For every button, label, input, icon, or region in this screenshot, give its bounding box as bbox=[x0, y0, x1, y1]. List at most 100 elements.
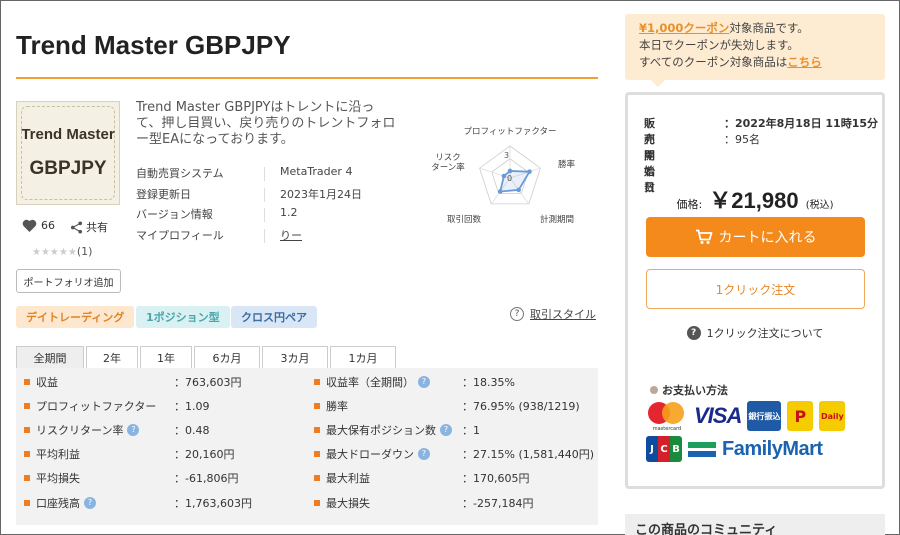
bullet-icon bbox=[24, 475, 30, 481]
share-button[interactable]: 共有 bbox=[70, 219, 108, 235]
trading-style-link[interactable]: ? 取引スタイル bbox=[510, 306, 596, 322]
radar-point bbox=[507, 168, 513, 174]
bullet-icon bbox=[314, 379, 320, 385]
tab-1y[interactable]: 1年 bbox=[140, 346, 192, 368]
visa-logo: VISA bbox=[694, 403, 742, 428]
help-icon[interactable]: ? bbox=[440, 424, 452, 436]
stat-value: ：-257,184円 bbox=[462, 497, 534, 510]
stat-value: ：763,603円 bbox=[174, 376, 242, 389]
coupon-line-1: ¥1,000クーポン対象商品です。 bbox=[639, 20, 875, 37]
bullet-icon bbox=[24, 451, 30, 457]
bullet-icon bbox=[314, 500, 320, 506]
tab-3m[interactable]: 3カ月 bbox=[262, 346, 328, 368]
meta-divider bbox=[264, 208, 265, 222]
stat-value: ：-61,806円 bbox=[174, 472, 239, 485]
trading-style-label: 取引スタイル bbox=[530, 308, 596, 321]
radar-scale-label: 3 bbox=[504, 151, 509, 160]
mastercard-circle-yellow bbox=[662, 402, 684, 424]
add-portfolio-button[interactable]: ポートフォリオ追加 bbox=[16, 269, 121, 293]
rating[interactable]: ★★★★★(1) bbox=[32, 245, 92, 258]
stat-label: 平均利益 bbox=[24, 444, 80, 464]
stats-panel: 収益 ：763,603円 プロフィットファクター ：1.09 リスクリターン率?… bbox=[16, 368, 598, 525]
community-section-title: この商品のコミュニティ bbox=[625, 514, 885, 535]
bullet-icon bbox=[24, 427, 30, 433]
purchase-box: 販売開始日 ：2022年8月18日 11時15分 利用者数 ：95名 価格: ￥21… bbox=[625, 92, 885, 489]
tab-2y[interactable]: 2年 bbox=[86, 346, 138, 368]
help-icon[interactable]: ? bbox=[84, 497, 96, 509]
stat-label: 口座残高? bbox=[24, 493, 96, 513]
stat-label-text: 平均利益 bbox=[36, 448, 80, 461]
tax-note: (税込) bbox=[805, 200, 834, 211]
stat-label: プロフィットファクター bbox=[24, 396, 156, 416]
help-icon[interactable]: ? bbox=[127, 424, 140, 436]
one-click-order-button[interactable]: 1クリック注文 bbox=[646, 269, 865, 309]
stat-label: 平均損失 bbox=[24, 468, 80, 488]
bullet-icon bbox=[314, 451, 320, 457]
familymart-stripe-green bbox=[688, 441, 716, 448]
radar-chart: 3 0 プロフィットファクター勝率計測期間 取引回数 リスクターン率 bbox=[431, 127, 576, 225]
price-amount: ￥21,980 bbox=[709, 188, 799, 213]
stat-label-text: 収益率（全期間） bbox=[326, 376, 414, 389]
coupon-all-link[interactable]: こちら bbox=[787, 55, 822, 69]
profile-link[interactable]: りー bbox=[280, 227, 302, 243]
tag-cross-yen[interactable]: クロス円ペア bbox=[231, 306, 317, 328]
meta-key: 自動売買システム bbox=[136, 167, 224, 180]
help-icon[interactable]: ? bbox=[418, 448, 430, 460]
tag-one-position[interactable]: 1ポジション型 bbox=[136, 306, 230, 328]
stat-value: ：76.95% (938/1219) bbox=[462, 400, 580, 413]
stat-label-text: プロフィットファクター bbox=[36, 400, 157, 413]
radar-axis-label-line: 計測期間 bbox=[540, 214, 574, 225]
about-one-click-link[interactable]: ? 1クリック注文について bbox=[628, 325, 882, 341]
meta-key: バージョン情報 bbox=[136, 208, 213, 221]
sale-start-value: ：2022年8月18日 11時15分 bbox=[724, 117, 879, 130]
stat-label: 最大保有ポジション数? bbox=[314, 420, 452, 440]
coupon-tail bbox=[651, 80, 665, 87]
radar-point bbox=[527, 169, 532, 174]
bullet-icon bbox=[24, 403, 30, 409]
radar-axis-label: 取引回数 bbox=[447, 214, 482, 225]
coupon-line-3: すべてのクーポン対象商品はこちら bbox=[639, 54, 875, 71]
stat-label: 最大利益 bbox=[314, 468, 370, 488]
stat-value: ：20,160円 bbox=[174, 448, 235, 461]
bullet-icon bbox=[24, 500, 30, 506]
radar-axis-label-line: リスク bbox=[435, 153, 461, 163]
cart-icon bbox=[695, 229, 712, 244]
favorite-button[interactable]: 66 bbox=[22, 219, 55, 232]
bullet-icon bbox=[314, 427, 320, 433]
tab-all[interactable]: 全期間 bbox=[16, 346, 84, 368]
product-description: Trend Master GBPJPYはトレントに沿って、押し目買い、戻り売りの… bbox=[136, 100, 396, 147]
familymart-stripe-blue bbox=[688, 450, 716, 457]
radar-axis-label-line: 取引回数 bbox=[447, 214, 482, 225]
tag-daytrading[interactable]: デイトレーディング bbox=[16, 306, 135, 328]
meta-value: MetaTrader 4 bbox=[280, 165, 353, 178]
jcb-j: J bbox=[646, 436, 658, 462]
radar-axis-label: 計測期間 bbox=[540, 214, 574, 225]
jcb-b: B bbox=[670, 436, 682, 462]
rating-stars: ★★★★★ bbox=[32, 247, 77, 258]
cart-label: カートに入れる bbox=[718, 230, 817, 246]
title-divider bbox=[16, 77, 598, 79]
radar-scale-label: 0 bbox=[507, 174, 512, 183]
bullet-icon bbox=[650, 386, 658, 394]
familymart-logo: FamilyMart bbox=[722, 437, 823, 460]
coupon-link[interactable]: ¥1,000クーポン bbox=[639, 21, 729, 35]
thumbnail-border bbox=[21, 106, 115, 200]
coupon-line-2: 本日でクーポンが失効します。 bbox=[639, 38, 799, 52]
thumbnail-text-2: GBPJPY bbox=[29, 158, 107, 179]
tab-6m[interactable]: 6カ月 bbox=[194, 346, 260, 368]
radar-point bbox=[516, 187, 521, 193]
payment-logos-row: JCB FamilyMart bbox=[646, 436, 823, 462]
bank-transfer-logo: 銀行振込 bbox=[747, 401, 782, 431]
stat-value: ：18.35% bbox=[462, 376, 515, 389]
jcb-logo: JCB bbox=[646, 436, 682, 462]
help-icon[interactable]: ? bbox=[418, 376, 430, 388]
product-thumbnail[interactable]: Trend Master GBPJPY bbox=[16, 101, 120, 205]
about-one-click-label: 1クリック注文について bbox=[706, 327, 824, 340]
stat-value: ：0.48 bbox=[174, 424, 210, 437]
radar-axis-label: 勝率 bbox=[558, 159, 576, 170]
period-tabs: 全期間 2年 1年 6カ月 3カ月 1カ月 bbox=[16, 346, 398, 368]
price-label: 価格: bbox=[676, 198, 703, 211]
tab-1m[interactable]: 1カ月 bbox=[330, 346, 396, 368]
stat-label: リスクリターン率? bbox=[24, 420, 140, 440]
add-to-cart-button[interactable]: カートに入れる bbox=[646, 217, 865, 257]
